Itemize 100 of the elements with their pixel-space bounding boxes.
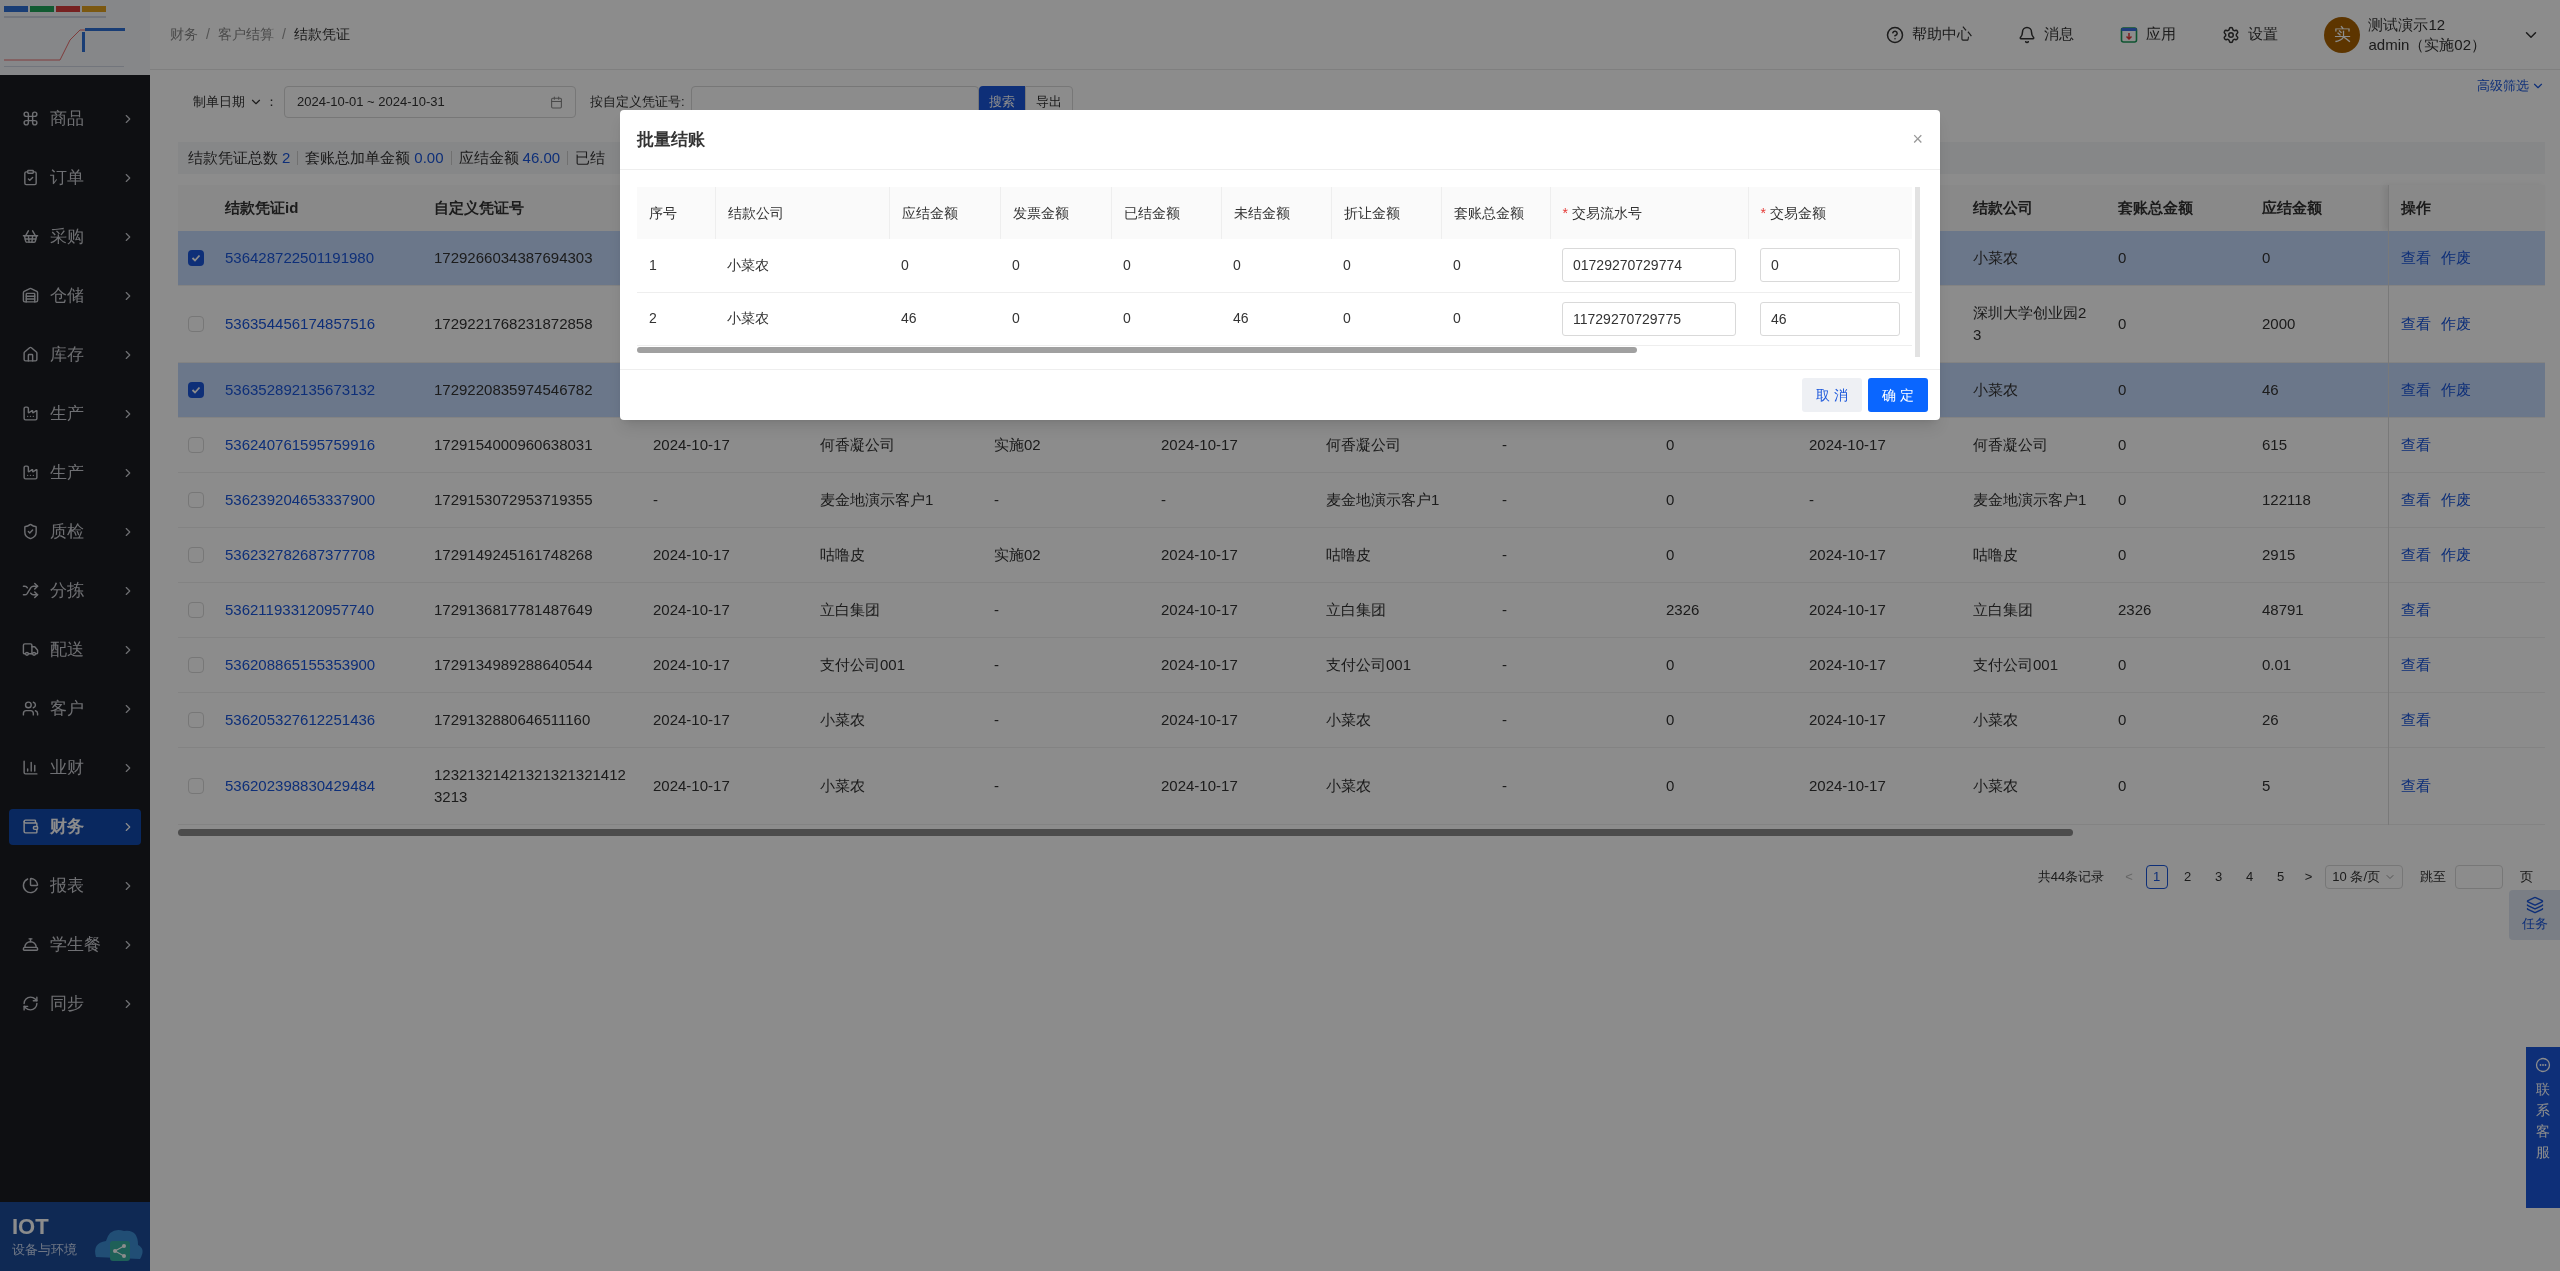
sidebar-item[interactable]: 生产 (9, 395, 141, 432)
page-button[interactable]: 3 (2207, 865, 2230, 889)
breadcrumb-item[interactable]: 客户结算 (217, 24, 274, 45)
task-button[interactable]: 任务 (2509, 890, 2560, 940)
sidebar-item[interactable]: 生产 (9, 454, 141, 491)
row-action-link[interactable]: 查看 (2400, 246, 2431, 270)
column-header: 操作 (2400, 198, 2431, 216)
check-icon (191, 385, 201, 395)
table-cell-text: 0 (2118, 248, 2128, 268)
sidebar-item[interactable]: 报表 (9, 867, 141, 904)
field-label: 按自定义凭证号: (590, 93, 685, 112)
sidebar-item[interactable]: 财务 (9, 808, 141, 845)
voucher-id-link[interactable]: 536352892135673132 (225, 381, 376, 398)
row-action-link[interactable]: 查看 (2400, 653, 2431, 677)
clipboard-icon (22, 169, 39, 186)
voucher-id-link[interactable]: 536240761595759916 (225, 436, 376, 453)
sidebar-label: 财务 (50, 815, 85, 838)
sidebar-item[interactable]: 商品 (9, 100, 141, 137)
row-action-link[interactable]: 作废 (2440, 378, 2471, 402)
user-avatar[interactable]: 实 (2324, 16, 2361, 53)
amount-field[interactable]: 46 (1760, 301, 1900, 336)
sidebar-item[interactable]: 仓储 (9, 277, 141, 314)
amount-field[interactable]: 0 (1760, 248, 1900, 283)
row-action-link[interactable]: 作废 (2440, 543, 2471, 567)
table-cell-text: 2024-10-17 (1161, 600, 1239, 620)
header-action[interactable]: 帮助中心 (1886, 23, 1973, 46)
row-action-link[interactable]: 作废 (2440, 312, 2471, 336)
sidebar-item[interactable]: 配送 (9, 631, 141, 668)
row-action-link[interactable]: 作废 (2440, 246, 2471, 270)
voucher-id-link[interactable]: 536354456174857516 (225, 315, 376, 332)
sidebar-label: 同步 (50, 992, 85, 1015)
sidebar-item[interactable]: 库存 (9, 336, 141, 373)
row-checkbox[interactable] (188, 250, 204, 266)
sidebar-label: 质检 (50, 520, 85, 543)
row-action-link[interactable]: 查看 (2400, 598, 2431, 622)
close-button[interactable]: × (1912, 126, 1923, 153)
voucher-id-link[interactable]: 536232782687377708 (225, 546, 376, 563)
iot-banner[interactable]: IOT 设备与环境 (0, 1202, 150, 1271)
voucher-id-link[interactable]: 536202398830429484 (225, 777, 376, 794)
table-cell-text: - (1502, 545, 1508, 565)
serial-field[interactable]: 11729270729775 (1562, 301, 1736, 336)
breadcrumb-separator: / (281, 25, 286, 44)
table-cell-text: 小菜农 (1973, 248, 2019, 268)
table-cell-text: 2024-10-17 (653, 655, 731, 675)
column-header: 应结金额 (2262, 198, 2322, 216)
scrollbar[interactable] (637, 346, 1637, 353)
sidebar-item[interactable]: 学生餐 (9, 926, 141, 963)
table-cell-text: - (994, 776, 1000, 796)
scrollbar[interactable] (1915, 187, 1920, 357)
row-action-link[interactable]: 查看 (2400, 774, 2431, 798)
header-action[interactable]: 设置 (2222, 23, 2279, 46)
row-action-link[interactable]: 查看 (2400, 378, 2431, 402)
date-range-field[interactable]: 2024-10-01 ~ 2024-10-31 (284, 86, 576, 118)
voucher-id-link[interactable]: 536211933120957740 (225, 601, 375, 618)
advanced-filter-link[interactable]: 高级筛选 (2477, 76, 2545, 96)
sidebar-label: 生产 (50, 402, 85, 425)
help-icon (1886, 25, 1905, 44)
row-action-link[interactable]: 作废 (2440, 488, 2471, 512)
table-cell-text: 麦金地演示客户1 (1326, 490, 1441, 510)
row-checkbox[interactable] (188, 382, 204, 398)
table-cell-text: 2024-10-17 (653, 776, 731, 796)
row-action-link[interactable]: 查看 (2400, 312, 2431, 336)
page-button[interactable]: 4 (2238, 865, 2261, 889)
cancel-button[interactable]: 取 消 (1802, 378, 1863, 412)
app-icon (2120, 25, 2139, 44)
next-page-button[interactable]: > (2300, 867, 2317, 887)
column-header: 结款公司 (727, 204, 784, 221)
page-button[interactable]: 1 (2145, 865, 2168, 889)
page-button[interactable]: 2 (2176, 865, 2199, 889)
date-type-select[interactable]: 制单日期 (193, 92, 263, 112)
table-cell-text: 2024-10-17 (1161, 435, 1239, 455)
serial-field[interactable]: 01729270729774 (1562, 248, 1736, 283)
sidebar-item[interactable]: 订单 (9, 159, 141, 196)
row-action-link[interactable]: 查看 (2400, 543, 2431, 567)
row-action-link[interactable]: 查看 (2400, 433, 2431, 457)
table-cell-text: 1729154000960638031 (434, 435, 594, 455)
row-action-link[interactable]: 查看 (2400, 488, 2431, 512)
voucher-id-link[interactable]: 536239204653337900 (225, 491, 376, 508)
confirm-button[interactable]: 确 定 (1868, 378, 1928, 412)
banner-subtitle: 设备与环境 (12, 1240, 78, 1259)
header-action[interactable]: 消息 (2018, 23, 2075, 46)
sidebar-item[interactable]: 业财 (9, 749, 141, 786)
voucher-id-link[interactable]: 536205327612251436 (225, 711, 376, 728)
voucher-id-link[interactable]: 536428722501191980 (225, 249, 375, 266)
page-button[interactable]: 5 (2269, 865, 2292, 889)
support-tab[interactable]: 联系客服 (2526, 1047, 2560, 1208)
sidebar-item[interactable]: 采购 (9, 218, 141, 255)
scrollbar[interactable] (178, 829, 2073, 836)
sidebar-item[interactable]: 客户 (9, 690, 141, 727)
table-cell-text: 0 (2118, 490, 2128, 510)
header-action[interactable]: 应用 (2120, 23, 2177, 46)
row-action-link[interactable]: 查看 (2400, 708, 2431, 732)
sidebar-item[interactable]: 同步 (9, 985, 141, 1022)
sidebar-item[interactable]: 分拣 (9, 572, 141, 609)
page-size-select[interactable]: 10 条/页 (2325, 865, 2403, 889)
sidebar-item[interactable]: 质检 (9, 513, 141, 550)
breadcrumb-item[interactable]: 财务 (170, 24, 198, 45)
calendar-icon (550, 95, 563, 109)
voucher-id-link[interactable]: 536208865155353900 (225, 656, 376, 673)
column-header: 序号 (649, 204, 677, 221)
